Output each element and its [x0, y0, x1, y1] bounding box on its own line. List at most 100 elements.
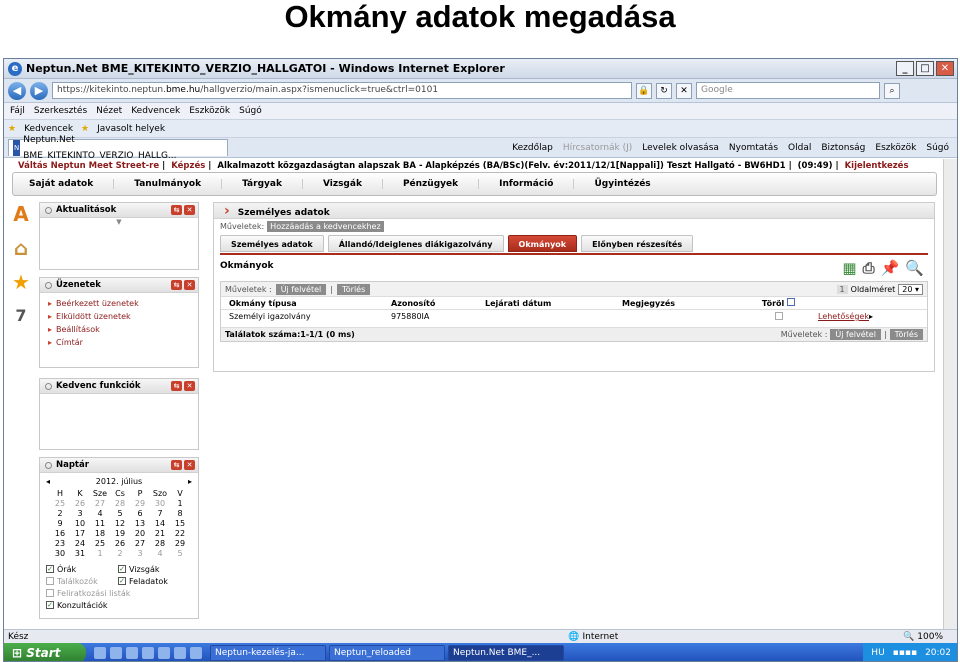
favorite-star-icon[interactable]: ★	[10, 270, 32, 294]
quick-launch-icon[interactable]	[126, 647, 138, 659]
calendar-day[interactable]: 29	[170, 539, 190, 549]
calendar-day[interactable]: 10	[70, 519, 90, 529]
meetings-checkbox[interactable]	[46, 577, 54, 585]
vertical-scrollbar[interactable]	[943, 159, 957, 629]
taskbar-item-document[interactable]: Neptun-kezelés-ja...	[210, 645, 326, 661]
settings-link[interactable]: Beállítások	[48, 323, 198, 336]
calendar-day[interactable]: 5	[170, 549, 190, 559]
mail-button[interactable]: Levelek olvasása	[642, 143, 719, 153]
lock-icon[interactable]: 🔒	[636, 82, 652, 99]
sent-link[interactable]: Elküldött üzenetek	[48, 310, 198, 323]
safety-menu[interactable]: Biztonság	[821, 143, 865, 153]
calendar-day[interactable]: 18	[90, 529, 110, 539]
options-link[interactable]: Lehetőségek	[818, 312, 869, 321]
menu-exams[interactable]: Vizsgák	[323, 179, 383, 189]
menu-finances[interactable]: Pénzügyek	[403, 179, 480, 189]
calendar-day[interactable]: 12	[110, 519, 130, 529]
collapse-icon[interactable]: ⇆	[171, 460, 182, 470]
pin-icon[interactable]: 📌	[881, 257, 900, 279]
tab-personal-data[interactable]: Személyes adatok	[220, 235, 324, 252]
home-button[interactable]: Kezdőlap	[512, 143, 553, 153]
calendar-day[interactable]: 4	[90, 509, 110, 519]
help-menu[interactable]: Súgó	[926, 143, 949, 153]
col-identifier[interactable]: Azonosító	[391, 299, 485, 308]
menu-favorites[interactable]: Kedvencek	[131, 106, 180, 116]
forward-icon[interactable]: ▶	[30, 81, 48, 100]
zoom-level[interactable]: 🔍 100%	[903, 632, 957, 642]
menu-file[interactable]: Fájl	[10, 106, 25, 116]
calendar-day[interactable]: 4	[150, 549, 170, 559]
calendar-icon[interactable]: 7	[10, 304, 32, 328]
font-size-icon[interactable]: A	[10, 202, 32, 226]
calendar-day[interactable]: 9	[50, 519, 70, 529]
minimize-button[interactable]: _	[896, 61, 914, 76]
calendar-day[interactable]: 1	[90, 549, 110, 559]
quick-launch-icon[interactable]	[158, 647, 170, 659]
back-icon[interactable]: ◀	[8, 81, 26, 100]
new-record-button[interactable]: Új felvétel	[275, 283, 327, 295]
select-all-checkbox[interactable]	[787, 298, 796, 306]
calendar-day[interactable]: 8	[170, 509, 190, 519]
tab-preferences[interactable]: Előnyben részesítés	[581, 235, 694, 252]
menu-tools[interactable]: Eszközök	[189, 106, 230, 116]
calendar-day[interactable]: 3	[70, 509, 90, 519]
menu-administration[interactable]: Ügyintézés	[594, 179, 670, 189]
tasks-checkbox[interactable]: ✓	[118, 577, 126, 585]
close-panel-icon[interactable]: ✕	[184, 205, 195, 215]
search-input[interactable]: Google	[696, 82, 880, 99]
print-icon[interactable]: ⎙	[863, 257, 875, 279]
delete-button-bottom[interactable]: Törlés	[889, 329, 923, 340]
calendar-day[interactable]: 3	[130, 549, 150, 559]
calendar-day[interactable]: 1	[170, 499, 190, 509]
exams-checkbox[interactable]: ✓	[118, 565, 126, 573]
url-input[interactable]: https://kitekinto.neptun.bme.hu/hallgver…	[52, 82, 632, 99]
calendar-day[interactable]: 30	[150, 499, 170, 509]
col-expiry[interactable]: Lejárati dátum	[485, 299, 622, 308]
calendar-day[interactable]: 25	[90, 539, 110, 549]
calendar-day[interactable]: 2	[50, 509, 70, 519]
calendar-day[interactable]: 26	[70, 499, 90, 509]
calendar-day[interactable]: 5	[110, 509, 130, 519]
calendar-day[interactable]: 30	[50, 549, 70, 559]
search-icon[interactable]: ⌕	[884, 82, 900, 99]
calendar-day[interactable]: 25	[50, 499, 70, 509]
calendar-day[interactable]: 19	[110, 529, 130, 539]
page-menu[interactable]: Oldal	[788, 143, 811, 153]
calendar-day[interactable]: 26	[110, 539, 130, 549]
page-number[interactable]: 1	[836, 284, 848, 294]
collapse-icon[interactable]: ⇆	[171, 205, 182, 215]
calendar-day[interactable]: 7	[150, 509, 170, 519]
excel-export-icon[interactable]: ▦	[842, 257, 856, 279]
menu-information[interactable]: Információ	[499, 179, 575, 189]
col-note[interactable]: Megjegyzés	[622, 299, 750, 308]
calendar-day[interactable]: 16	[50, 529, 70, 539]
menu-edit[interactable]: Szerkesztés	[34, 106, 87, 116]
taskbar-item-neptun-reloaded[interactable]: Neptun_reloaded	[329, 645, 445, 661]
calendar-day[interactable]: 23	[50, 539, 70, 549]
menu-own-data[interactable]: Saját adatok	[29, 179, 115, 189]
menu-view[interactable]: Nézet	[96, 106, 122, 116]
calendar-day[interactable]: 28	[110, 499, 130, 509]
calendar-day[interactable]: 6	[130, 509, 150, 519]
close-panel-icon[interactable]: ✕	[184, 280, 195, 290]
menu-help[interactable]: Súgó	[239, 106, 262, 116]
calendar-day[interactable]: 27	[130, 539, 150, 549]
col-doc-type[interactable]: Okmány típusa	[221, 299, 391, 308]
prev-month-icon[interactable]: ◂	[46, 477, 50, 489]
calendar-day[interactable]: 31	[70, 549, 90, 559]
calendar-day[interactable]: 17	[70, 529, 90, 539]
logout-link[interactable]: Kijelentkezés	[845, 161, 909, 171]
next-month-icon[interactable]: ▸	[188, 477, 192, 489]
stop-icon[interactable]: ✕	[676, 82, 692, 99]
calendar-day[interactable]: 2	[110, 549, 130, 559]
switch-link[interactable]: Váltás Neptun Meet Street-re	[18, 161, 159, 171]
calendar-day[interactable]: 13	[130, 519, 150, 529]
new-record-button-bottom[interactable]: Új felvétel	[830, 329, 881, 340]
consultations-checkbox[interactable]: ✓	[46, 601, 54, 609]
tools-menu[interactable]: Eszközök	[875, 143, 916, 153]
feeds-button[interactable]: Hírcsatornák (J)	[563, 143, 632, 153]
start-button[interactable]: ⊞ Start	[4, 643, 86, 661]
calendar-day[interactable]: 29	[130, 499, 150, 509]
row-delete-checkbox[interactable]	[774, 311, 783, 320]
collapse-icon[interactable]: ⇆	[171, 381, 182, 391]
